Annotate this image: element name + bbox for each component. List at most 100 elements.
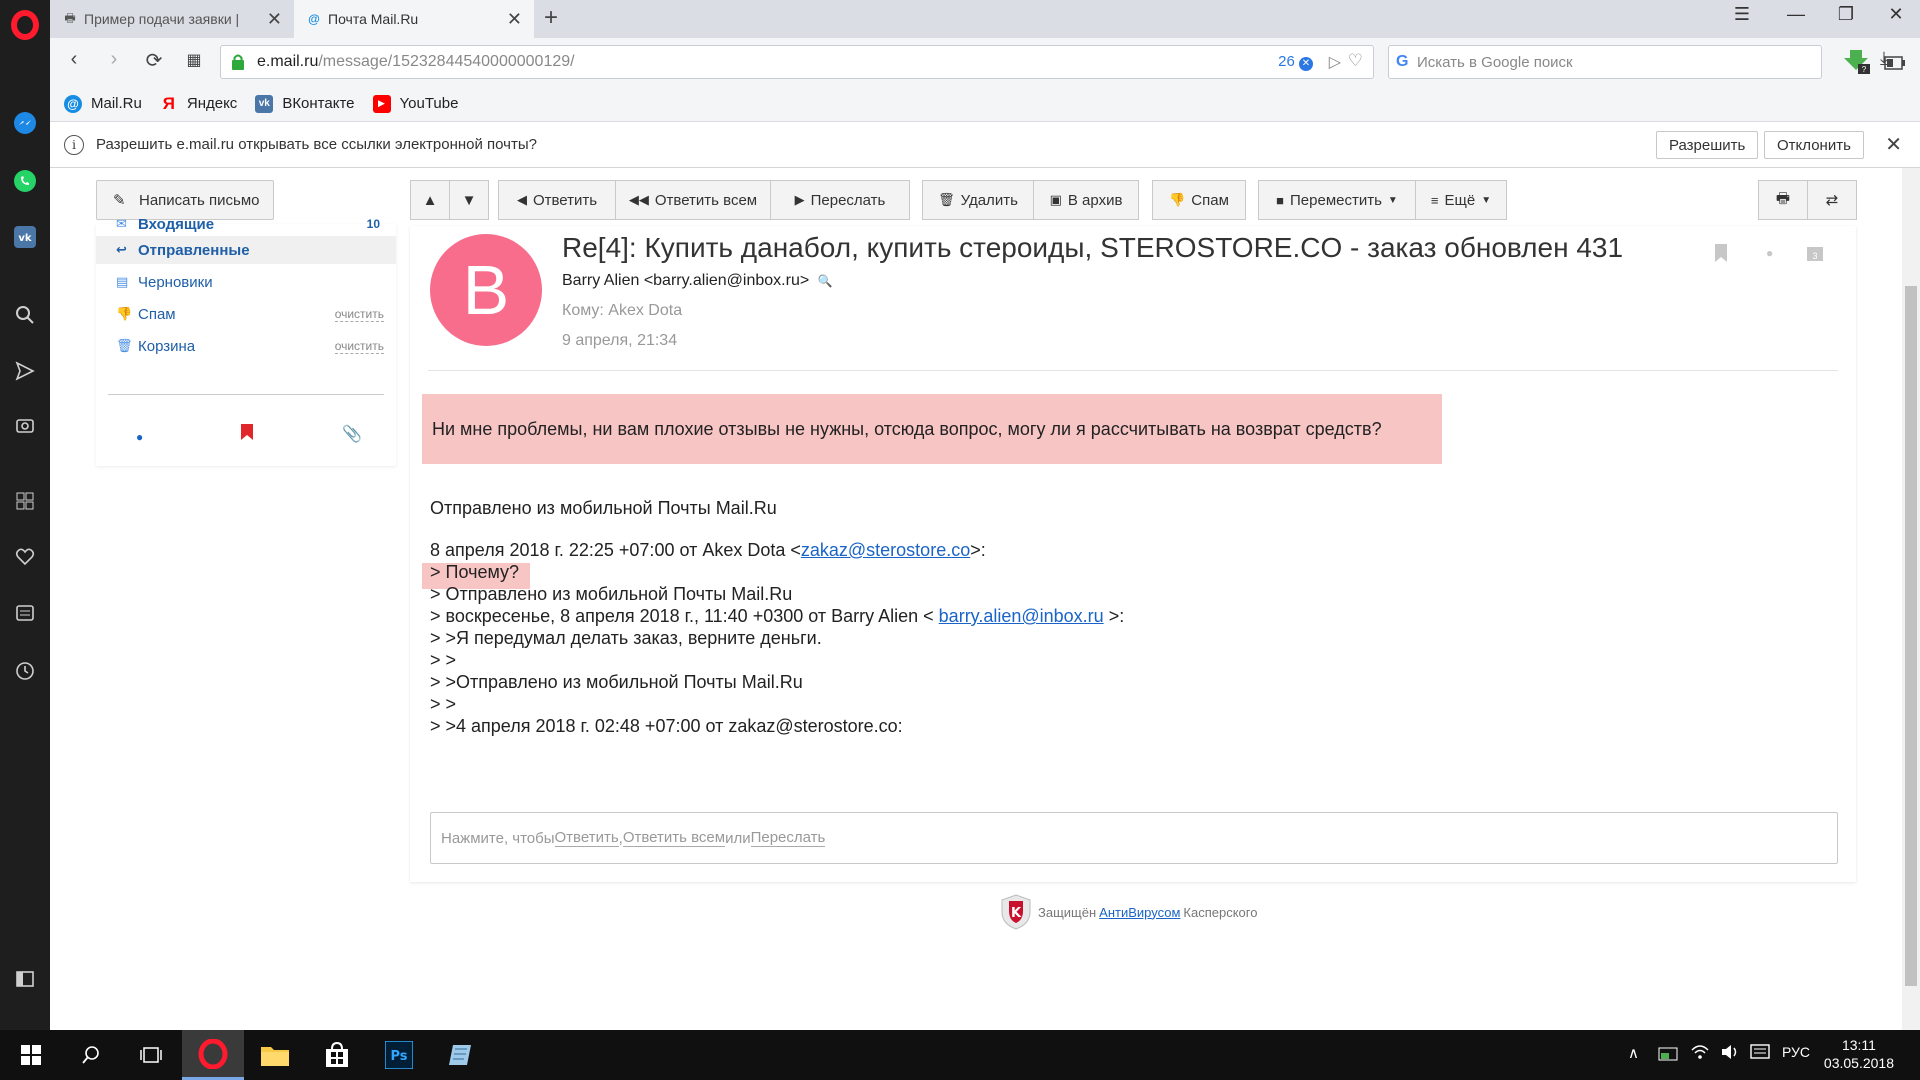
new-tab-plus-icon[interactable]: + xyxy=(544,4,558,32)
messenger-icon[interactable] xyxy=(12,110,38,136)
bookmark-yandex[interactable]: Я Яндекс xyxy=(160,94,238,113)
maximize-icon[interactable]: ❐ xyxy=(1826,4,1866,25)
close-icon[interactable]: ✕ xyxy=(1885,132,1902,157)
url-field[interactable]: e.mail.ru/message/15232844540000000129/ … xyxy=(220,45,1374,79)
search-icon[interactable] xyxy=(60,1030,122,1080)
speed-dial-icon[interactable] xyxy=(12,488,38,514)
back-icon[interactable]: ‹ xyxy=(60,48,88,71)
page-icon: 🖶 xyxy=(64,10,76,25)
clear-trash-link[interactable]: очистить xyxy=(334,339,384,354)
close-icon[interactable]: ✕ xyxy=(507,9,522,30)
heart-bookmark-icon[interactable]: ♡ xyxy=(1348,51,1363,71)
prev-message-button[interactable]: ▲ xyxy=(410,180,450,220)
tab-label: Почта Mail.Ru xyxy=(328,11,419,27)
deny-button[interactable]: Отклонить xyxy=(1764,131,1864,159)
tabs-grid-icon[interactable]: ▦ xyxy=(180,50,208,70)
sender-email-link[interactable]: zakaz@sterostore.co xyxy=(801,540,970,560)
vk-icon[interactable]: vk xyxy=(12,224,38,250)
sidebar-toggle-icon[interactable] xyxy=(12,966,38,992)
bookmark-label: Mail.Ru xyxy=(91,95,142,112)
store-icon[interactable] xyxy=(306,1030,368,1080)
search-input[interactable]: G Искать в Google поиск xyxy=(1388,45,1822,79)
calendar-icon[interactable]: 3 xyxy=(1806,244,1824,267)
sender-email-link[interactable]: barry.alien@inbox.ru xyxy=(939,606,1104,626)
forward-icon[interactable]: › xyxy=(100,48,128,71)
notification-icon[interactable] xyxy=(1750,1044,1770,1066)
task-view-icon[interactable] xyxy=(120,1030,182,1080)
battery-icon[interactable] xyxy=(1884,56,1906,73)
news-icon[interactable] xyxy=(12,600,38,626)
tray-chevron-icon[interactable]: ∧ xyxy=(1628,1044,1639,1062)
heart-icon[interactable] xyxy=(12,544,38,570)
quick-reply-all-link[interactable]: Ответить всем xyxy=(622,829,726,847)
folder-sent[interactable]: ↩ Отправленные xyxy=(96,236,396,264)
notes-app-icon[interactable] xyxy=(430,1030,492,1080)
bookmark-youtube[interactable]: ▶ YouTube xyxy=(372,94,458,113)
scrollbar-thumb[interactable] xyxy=(1905,286,1917,986)
flow-send-icon[interactable]: ▷ xyxy=(1329,52,1341,72)
next-message-button[interactable]: ▼ xyxy=(449,180,489,220)
minimize-icon[interactable]: — xyxy=(1776,4,1816,25)
reload-icon[interactable]: ⟳ xyxy=(140,48,168,73)
tab-menu-icon[interactable]: ☰ xyxy=(1722,4,1762,25)
unread-filter-dot-icon[interactable]: ● xyxy=(136,430,143,444)
opera-sidebar: vk xyxy=(0,0,50,1030)
message-sender[interactable]: Barry Alien <barry.alien@inbox.ru> 🔍 xyxy=(562,272,833,290)
input-language[interactable]: РУС xyxy=(1782,1044,1810,1060)
extension-icon[interactable]: ? xyxy=(1842,46,1872,79)
reply-label: Ответить xyxy=(532,191,598,209)
forward-button[interactable]: ▶ Переслать xyxy=(770,180,910,220)
reply-all-button[interactable]: ◀◀ Ответить всем xyxy=(615,180,771,220)
tray-app-icon[interactable] xyxy=(1658,1044,1678,1066)
whatsapp-icon[interactable] xyxy=(12,168,38,194)
system-clock[interactable]: 13:11 03.05.2018 xyxy=(1824,1036,1894,1072)
magnifier-icon[interactable]: 🔍 xyxy=(818,274,833,288)
page-scrollbar[interactable] xyxy=(1902,168,1920,1030)
folder-trash[interactable]: 🗑 Корзина очистить xyxy=(96,332,396,360)
flag-filter-icon[interactable] xyxy=(240,424,254,445)
allow-button[interactable]: Разрешить xyxy=(1656,131,1759,159)
tab-application-example[interactable]: 🖶 Пример подачи заявки | ✕ xyxy=(50,0,294,38)
quick-reply-box[interactable]: Нажмите, чтобы Ответить , Ответить всем … xyxy=(430,812,1838,864)
more-button[interactable]: ≡ Ещё ▼ xyxy=(1415,180,1507,220)
adblock-counter[interactable]: 26 ✕ xyxy=(1278,53,1313,71)
attachment-filter-icon[interactable]: 📎 xyxy=(342,424,362,444)
close-window-icon[interactable]: ✕ xyxy=(1876,4,1916,25)
move-button[interactable]: ■ Переместить ▼ xyxy=(1258,180,1416,220)
folder-inbox[interactable]: ✉ Входящие 10 xyxy=(96,210,396,238)
quick-forward-link[interactable]: Переслать xyxy=(750,829,826,847)
sender-address[interactable]: Barry Alien <barry.alien@inbox.ru> xyxy=(562,272,809,289)
delete-button[interactable]: 🗑 Удалить xyxy=(922,180,1034,220)
windows-start-icon[interactable] xyxy=(0,1030,62,1080)
bookmark-vk[interactable]: vk ВКонтакте xyxy=(255,94,355,113)
history-icon[interactable] xyxy=(12,658,38,684)
camera-icon[interactable] xyxy=(12,412,38,438)
file-explorer-icon[interactable] xyxy=(244,1030,306,1080)
bookmark-flag-icon[interactable] xyxy=(1714,244,1728,267)
bookmark-mailru[interactable]: @ Mail.Ru xyxy=(64,94,142,113)
close-icon[interactable]: ✕ xyxy=(267,9,282,30)
opera-menu-icon[interactable] xyxy=(11,10,39,40)
clock-date: 03.05.2018 xyxy=(1823,1055,1894,1071)
antivirus-link[interactable]: АнтиВирусом xyxy=(1099,905,1180,920)
bookmark-label: Яндекс xyxy=(186,95,238,112)
arrow-down-icon: ▼ xyxy=(461,191,477,209)
print-button[interactable]: 🖶 xyxy=(1758,180,1808,220)
search-icon[interactable] xyxy=(12,302,38,328)
spam-button[interactable]: 👎 Спам xyxy=(1152,180,1246,220)
volume-icon[interactable] xyxy=(1720,1044,1740,1064)
quick-reply-link[interactable]: Ответить xyxy=(554,829,619,847)
read-status-dot-icon[interactable]: ● xyxy=(1766,246,1773,260)
folder-drafts[interactable]: ▤ Черновики xyxy=(96,268,396,296)
translate-button[interactable]: ⇄ xyxy=(1807,180,1857,220)
photoshop-icon[interactable]: Ps xyxy=(368,1030,430,1080)
reply-button[interactable]: ◀ Ответить xyxy=(498,180,616,220)
tab-mail[interactable]: @ Почта Mail.Ru ✕ xyxy=(294,0,534,38)
opera-taskbar-icon[interactable] xyxy=(182,1030,244,1080)
send-icon[interactable] xyxy=(12,358,38,384)
clear-spam-link[interactable]: очистить xyxy=(334,307,384,322)
caret-down-icon: ▼ xyxy=(1481,194,1492,206)
folder-spam[interactable]: 👎 Спам очистить xyxy=(96,300,396,328)
archive-button[interactable]: ▣ В архив xyxy=(1033,180,1139,220)
wifi-icon[interactable] xyxy=(1690,1044,1710,1064)
